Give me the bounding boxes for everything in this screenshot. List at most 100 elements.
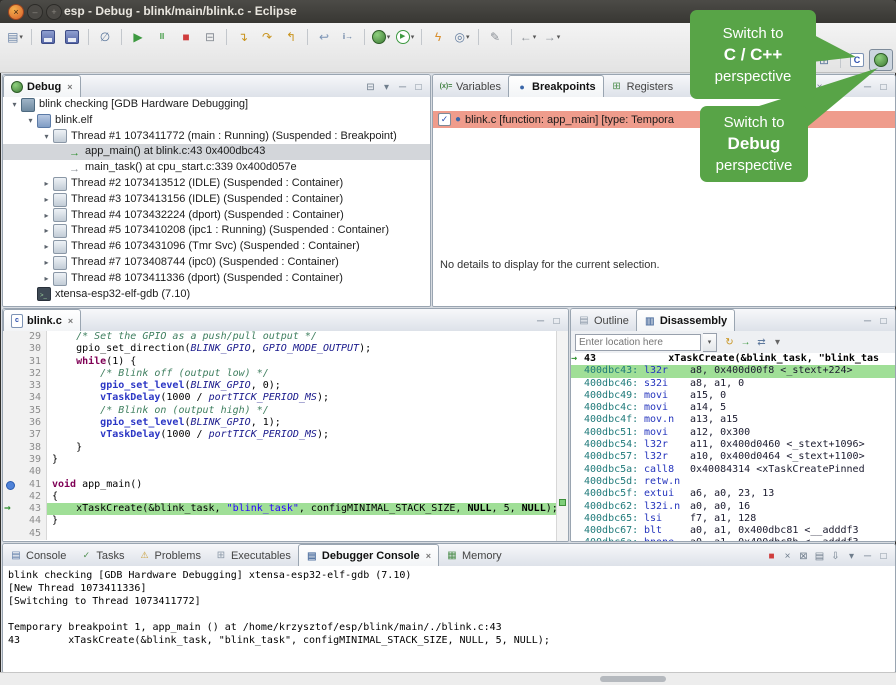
terminate-icon[interactable]: ■ <box>174 26 198 48</box>
line-number[interactable]: 32 <box>16 368 47 380</box>
debug-tree-item[interactable]: ▸Thread #3 1073413156 (IDLE) (Suspended … <box>3 192 430 208</box>
disassembly-row[interactable]: 400dbc5d:retw.n <box>571 476 895 488</box>
line-number[interactable]: 44 <box>16 515 47 527</box>
debug-tree-item[interactable]: ▸Thread #7 1073408744 (ipc0) (Suspended … <box>3 255 430 271</box>
tab-debugger-console[interactable]: Debugger Console× <box>298 544 439 567</box>
debug-tree-item[interactable]: ▸Thread #4 1073432224 (dport) (Suspended… <box>3 208 430 224</box>
disassembly-row[interactable]: 400dbc6a:bnonea0, a1, 0x400dbc8b <__addd… <box>571 537 895 541</box>
minimize-icon[interactable]: ─ <box>396 82 409 93</box>
line-number[interactable]: 35 <box>16 405 47 417</box>
resume-icon[interactable]: ▶ <box>126 26 150 48</box>
skip-breakpoints-icon[interactable]: ∅ <box>93 26 117 48</box>
code-line[interactable]: 34 vTaskDelay(1000 / portTICK_PERIOD_MS)… <box>3 392 557 404</box>
disassembly-row[interactable]: 400dbc4c:movia14, 5 <box>571 402 895 414</box>
code-line[interactable]: 36 gpio_set_level(BLINK_GPIO, 1); <box>3 417 557 429</box>
tab-memory[interactable]: Memory <box>439 545 509 566</box>
line-number[interactable]: 29 <box>16 331 47 343</box>
disassembly-row[interactable]: 400dbc46:s32ia8, a1, 0 <box>571 378 895 390</box>
save-icon[interactable] <box>36 26 60 48</box>
run-icon[interactable]: ▶▾ <box>393 26 417 48</box>
tab-variables[interactable]: Variables <box>433 76 508 97</box>
code-line[interactable]: 37 vTaskDelay(1000 / portTICK_PERIOD_MS)… <box>3 429 557 441</box>
line-number[interactable]: 30 <box>16 343 47 355</box>
maximize-icon[interactable]: □ <box>877 82 890 93</box>
line-number[interactable]: 31 <box>16 356 47 368</box>
tree-expander-icon[interactable]: ▾ <box>9 97 20 113</box>
disassembly-row[interactable]: 400dbc5f:extuia6, a0, 23, 13 <box>571 488 895 500</box>
tab-blink-c[interactable]: c blink.c × <box>3 309 81 332</box>
code-line[interactable]: →43 xTaskCreate(&blink_task, "blink_task… <box>3 503 557 515</box>
tree-expander-icon[interactable]: ▸ <box>41 192 52 208</box>
tab-outline[interactable]: Outline <box>571 310 636 331</box>
code-line[interactable]: 45 <box>3 528 557 540</box>
flash-icon[interactable]: ϟ <box>426 26 450 48</box>
instruction-stepping-icon[interactable]: i→ <box>336 26 360 48</box>
line-number[interactable]: 38 <box>16 442 47 454</box>
view-menu-icon[interactable]: ▾ <box>845 82 858 93</box>
terminate-icon[interactable]: ■ <box>765 551 778 562</box>
current-line-marker[interactable] <box>559 499 566 506</box>
goto-pc-icon[interactable]: → <box>739 337 752 348</box>
line-number[interactable]: 40 <box>16 466 47 478</box>
drop-to-frame-icon[interactable]: ↩ <box>312 26 336 48</box>
disassembly-row[interactable]: 400dbc67:blta0, a1, 0x400dbc81 <__adddf3 <box>571 525 895 537</box>
sync-icon[interactable]: ⇄ <box>755 337 768 348</box>
refresh-icon[interactable]: ↻ <box>723 337 736 348</box>
disconnect-icon[interactable]: ⊟ <box>198 26 222 48</box>
disassembly-row[interactable]: 400dbc62:l32i.na0, a0, 16 <box>571 501 895 513</box>
maximize-window-button[interactable]: + <box>46 4 62 20</box>
maximize-icon[interactable]: □ <box>877 551 890 562</box>
remove-all-breakpoints-icon[interactable]: ⊠ <box>829 82 842 93</box>
minimize-window-button[interactable]: – <box>27 4 43 20</box>
debug-tree-item[interactable]: app_main() at blink.c:43 0x400dbc43 <box>3 144 430 160</box>
overview-ruler[interactable] <box>556 331 568 541</box>
horizontal-scrollbar-thumb[interactable] <box>600 676 666 682</box>
save-all-icon[interactable] <box>60 26 84 48</box>
forward-icon[interactable]: →▾ <box>540 26 564 48</box>
code-line[interactable]: 44} <box>3 515 557 527</box>
debug-tree-item[interactable]: ▸Thread #5 1073410208 (ipc1 : Running) (… <box>3 223 430 239</box>
breakpoint-checkbox[interactable]: ✓ <box>438 113 451 126</box>
search-icon[interactable]: ◎▾ <box>450 26 474 48</box>
tab-debug[interactable]: Debug × <box>3 75 81 98</box>
tab-executables[interactable]: Executables <box>208 545 298 566</box>
tree-expander-icon[interactable]: ▾ <box>41 129 52 145</box>
code-line[interactable]: 40 <box>3 466 557 478</box>
collapse-all-icon[interactable]: ⊟ <box>364 82 377 93</box>
debug-tree-item[interactable]: xtensa-esp32-elf-gdb (7.10) <box>3 287 430 303</box>
disassembly-row[interactable]: 400dbc49:movia15, 0 <box>571 390 895 402</box>
debug-tree-item[interactable]: ▸Thread #2 1073413512 (IDLE) (Suspended … <box>3 176 430 192</box>
step-over-icon[interactable]: ↷ <box>255 26 279 48</box>
view-menu-icon[interactable]: ▾ <box>771 337 784 348</box>
minimize-icon[interactable]: ─ <box>861 551 874 562</box>
remove-launch-icon[interactable]: × <box>781 551 794 562</box>
disassembly-row[interactable]: 400dbc5a:call80x40084314 <xTaskCreatePin… <box>571 464 895 476</box>
line-number[interactable]: 36 <box>16 417 47 429</box>
close-tab-icon[interactable]: × <box>68 316 73 326</box>
clear-console-icon[interactable]: ▤ <box>813 551 826 562</box>
tab-disassembly[interactable]: Disassembly <box>636 309 735 332</box>
step-into-icon[interactable]: ↴ <box>231 26 255 48</box>
code-line[interactable]: 35 /* Blink on (output high) */ <box>3 405 557 417</box>
code-line[interactable]: 31 while(1) { <box>3 356 557 368</box>
view-menu-icon[interactable]: ▾ <box>380 82 393 93</box>
tab-registers[interactable]: Registers <box>604 76 680 97</box>
new-wizard-icon[interactable]: ▤▾ <box>3 26 27 48</box>
breakpoint-row[interactable]: ✓ ● blink.c [function: app_main] [type: … <box>433 111 895 128</box>
tab-problems[interactable]: Problems <box>131 545 207 566</box>
suspend-icon[interactable]: II <box>150 26 174 48</box>
disassembly-row[interactable]: 400dbc4f:mov.na13, a15 <box>571 414 895 426</box>
code-line[interactable]: 29 /* Set the GPIO as a push/pull output… <box>3 331 557 343</box>
tree-expander-icon[interactable]: ▸ <box>41 176 52 192</box>
tree-expander-icon[interactable]: ▸ <box>41 271 52 287</box>
tab-breakpoints[interactable]: Breakpoints <box>508 75 604 98</box>
minimize-icon[interactable]: ─ <box>861 82 874 93</box>
tab-console[interactable]: Console <box>3 545 73 566</box>
code-line[interactable]: 32 /* Blink off (output low) */ <box>3 368 557 380</box>
view-menu-icon[interactable]: ▾ <box>845 551 858 562</box>
maximize-icon[interactable]: □ <box>550 316 563 327</box>
tree-expander-icon[interactable]: ▸ <box>41 223 52 239</box>
location-dropdown-icon[interactable]: ▾ <box>703 333 717 352</box>
debug-perspective-button[interactable] <box>869 49 893 71</box>
disassembly-row[interactable]: 400dbc57:l32ra10, 0x400d0464 <_stext+110… <box>571 451 895 463</box>
